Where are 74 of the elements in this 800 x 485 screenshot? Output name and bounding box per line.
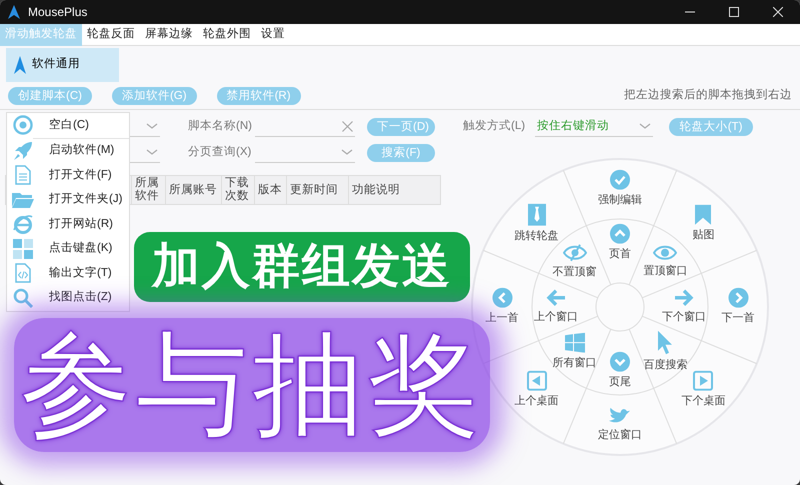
promo-banner: 加入群组发送 [134, 232, 470, 302]
hint-text: 把左边搜索后的脚本拖拽到右边 [624, 88, 792, 103]
headline-text: 参与抽奖 [14, 318, 490, 452]
target-icon [13, 115, 33, 136]
chevron-down-icon [146, 149, 158, 156]
bird-icon [609, 406, 631, 425]
chevron-down-circle-icon [610, 352, 630, 372]
column-header: 更新时间 [287, 176, 349, 204]
column-header: 下载次数 [222, 176, 255, 204]
menu-item[interactable]: 空白(C) [7, 113, 129, 138]
logo-icon [8, 5, 20, 19]
menu-tab[interactable]: 设置 [256, 24, 290, 46]
menu-item[interactable]: 打开文件(F) [7, 163, 129, 188]
reverse-square-icon [526, 371, 547, 392]
menu-item[interactable]: 点击键盘(K) [7, 236, 129, 261]
search-icon [13, 288, 33, 308]
tiles-icon [13, 238, 33, 259]
wheel-item-label: 下个桌面 [681, 394, 726, 410]
field-label: 脚本名称(N) [188, 118, 253, 134]
menu-tab[interactable]: 屏幕边缘 [140, 24, 198, 46]
menu-item[interactable]: 输出文字(T) [7, 261, 129, 286]
chevron-right-circle-icon [728, 288, 748, 308]
wheel-item-label: 上个窗口 [534, 310, 578, 325]
code-file-icon [15, 263, 31, 284]
cursor-icon [657, 331, 674, 355]
column-header: 所属软件 [132, 176, 166, 204]
check-circle-icon [610, 170, 630, 190]
wheel-item-label: 贴图 [692, 227, 714, 242]
menu-tab[interactable]: 轮盘反面 [82, 24, 140, 46]
chevron-up-circle-icon [610, 224, 630, 244]
maximize-icon [729, 7, 739, 17]
sidebar-item[interactable]: 软件通用 [6, 48, 119, 82]
arrow-logo-icon [14, 56, 26, 74]
eye-slash-icon [562, 243, 587, 262]
play-square-icon [693, 371, 714, 392]
clear-icon[interactable] [342, 121, 353, 132]
wheel-item-label: 强制编辑 [598, 192, 642, 208]
wheel-item-label: 上个桌面 [514, 394, 559, 410]
wheel-item-label: 百度搜索 [643, 358, 688, 373]
tie-icon [528, 203, 546, 226]
arrow-left-icon [546, 288, 566, 307]
column-header: 功能说明 [351, 182, 401, 198]
bookmark-icon [695, 204, 712, 224]
menu-item[interactable]: 打开文件夹(J) [7, 188, 129, 212]
field-label: 触发方式(L) [463, 118, 526, 134]
document-icon [15, 165, 31, 186]
close-icon [773, 7, 783, 17]
chevron-down-icon [146, 123, 158, 130]
chevron-down-icon [639, 123, 652, 130]
folder-icon [12, 192, 34, 208]
wheel-item-label: 不置顶窗 [552, 264, 597, 280]
eye-icon [653, 244, 678, 260]
rocket-icon [13, 140, 33, 161]
wheel-item-label: 跳转轮盘 [514, 228, 559, 244]
menu-item[interactable]: 打开网站(R) [7, 212, 129, 236]
wheel-item-label: 定位窗口 [598, 428, 642, 443]
wheel-item-label: 置顶窗口 [643, 263, 688, 278]
wheel-item-label: 下一首 [722, 310, 754, 326]
globe-ring-icon [13, 214, 33, 234]
menu-tab[interactable]: 轮盘外围 [198, 24, 256, 46]
chevron-down-icon [341, 149, 353, 156]
wheel-item-label: 所有窗口 [552, 356, 597, 371]
menu-item[interactable]: 启动软件(M) [7, 138, 129, 163]
wheel-item-label: 下个窗口 [662, 310, 706, 325]
wheel-item-label: 页首 [609, 246, 631, 262]
column-header: 所属账号 [166, 176, 222, 204]
wheel-item-label: 页尾 [609, 374, 631, 390]
field-label: 分页查询(X) [188, 144, 252, 160]
arrow-right-icon [674, 288, 694, 307]
column-header: 版本 [255, 176, 287, 204]
windows-grid-icon [564, 333, 585, 353]
chevron-left-circle-icon [492, 288, 512, 308]
menu-item[interactable]: 找图点击(Z) [7, 286, 129, 310]
window-title: MousePlus [28, 4, 88, 21]
